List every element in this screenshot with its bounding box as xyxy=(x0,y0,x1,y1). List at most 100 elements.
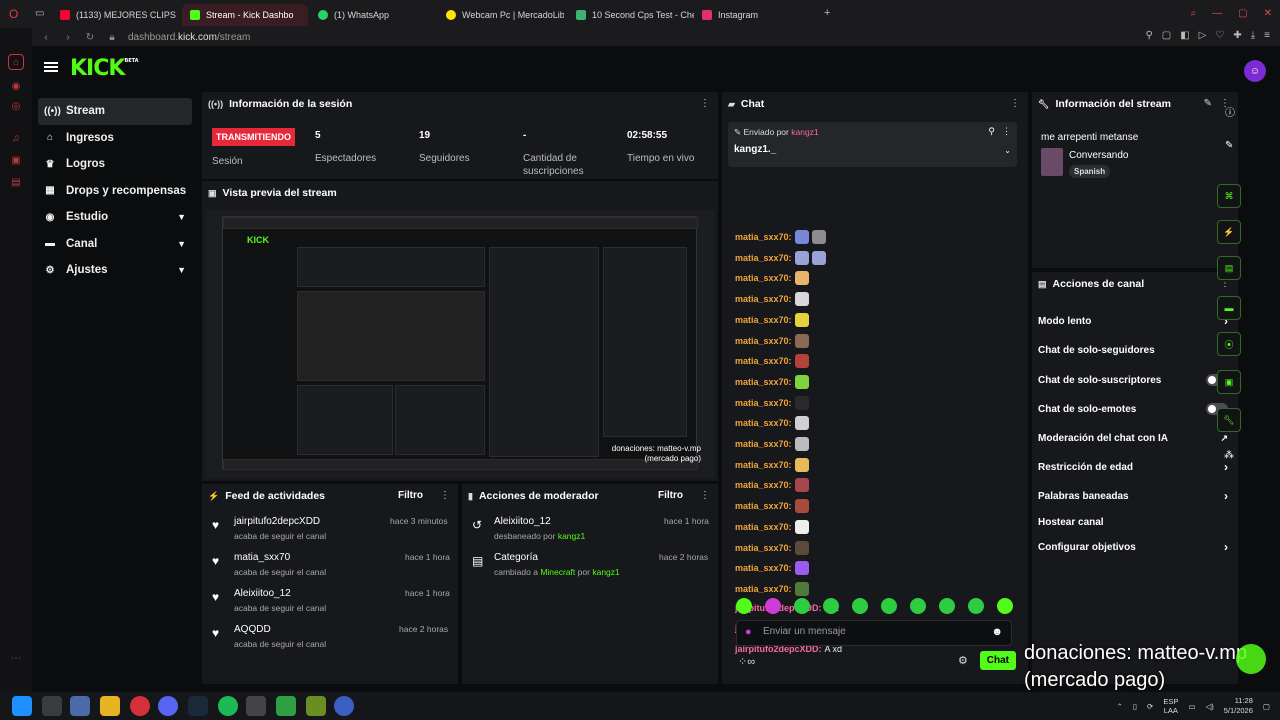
apps-icon[interactable]: ⁂ xyxy=(1224,450,1234,461)
emoji-icon[interactable]: ☻ xyxy=(991,626,1003,638)
emote-button[interactable] xyxy=(736,598,752,614)
channel-action-item[interactable]: Hostear canal xyxy=(1038,517,1228,528)
filter-button[interactable]: Filtro xyxy=(398,490,423,501)
chat-username[interactable]: matia_sxx70: xyxy=(735,273,792,283)
notifications-icon[interactable]: ▢ xyxy=(1263,702,1270,711)
windows-start-icon[interactable] xyxy=(12,696,32,716)
chat-input[interactable] xyxy=(763,626,983,637)
battery-icon[interactable]: ▯ xyxy=(1133,702,1137,711)
sync-icon[interactable]: ⟳ xyxy=(1147,702,1153,711)
minimize-icon[interactable]: — xyxy=(1212,8,1222,19)
chat-icon[interactable]: ▬ xyxy=(1217,296,1241,320)
maximize-icon[interactable]: ▢ xyxy=(1238,8,1247,19)
sidebar-item-ajustes[interactable]: ⚙ Ajustes ▼ xyxy=(38,257,192,284)
chat-username[interactable]: matia_sxx70: xyxy=(735,460,792,470)
camera-icon[interactable]: ◧ xyxy=(1180,30,1189,41)
tab-mercadolibre[interactable]: Webcam Pc | MercadoLib xyxy=(438,4,564,26)
emote-button[interactable] xyxy=(968,598,984,614)
play-icon[interactable]: ▷ xyxy=(1199,30,1207,41)
channel-action-item[interactable]: Chat de solo-suscriptores xyxy=(1038,374,1228,386)
feed-icon[interactable]: ▣ xyxy=(8,152,24,168)
back-icon[interactable]: ‹ xyxy=(38,32,54,43)
more-options-icon[interactable]: ⋮ xyxy=(700,98,710,109)
language-indicator[interactable]: ESP LAA xyxy=(1163,697,1178,715)
clock[interactable]: 11:28 5/1/2026 xyxy=(1224,696,1253,716)
tab-whatsapp[interactable]: (1) WhatsApp xyxy=(310,4,436,26)
unpin-icon[interactable]: ⚲ xyxy=(988,126,995,137)
emote-button[interactable] xyxy=(765,598,781,614)
edit-icon[interactable]: ✎ xyxy=(1204,98,1212,109)
mic-icon[interactable]: ● xyxy=(745,626,752,638)
instagram-icon[interactable]: ◎ xyxy=(8,98,24,114)
xbox-icon[interactable] xyxy=(276,696,296,716)
emote-button[interactable] xyxy=(997,598,1013,614)
sidebar-item-canal[interactable]: ▬ Canal ▼ xyxy=(38,231,192,258)
channel-action-item[interactable]: Moderación del chat con IA ↗ xyxy=(1038,433,1228,444)
whatsapp-icon[interactable]: ◉ xyxy=(8,78,24,94)
heart-icon[interactable]: ♡ xyxy=(1215,30,1224,41)
emote-button[interactable] xyxy=(852,598,868,614)
chat-username[interactable]: matia_sxx70: xyxy=(735,522,792,532)
opera-logo-icon[interactable]: O xyxy=(9,7,18,21)
forward-icon[interactable]: › xyxy=(60,32,76,43)
menu-icon[interactable]: ≡ xyxy=(1264,30,1270,41)
chat-username[interactable]: matia_sxx70: xyxy=(735,253,792,263)
app-icon[interactable] xyxy=(246,696,266,716)
chat-username[interactable]: matia_sxx70: xyxy=(735,315,792,325)
chat-input-box[interactable]: ● ☻ xyxy=(736,620,1012,646)
info-icon[interactable]: ⓘ xyxy=(1225,104,1235,119)
chat-username[interactable]: matia_sxx70: xyxy=(735,232,792,242)
tab-cps-test[interactable]: 10 Second Cps Test - Che xyxy=(568,4,694,26)
more-options-icon[interactable]: ⋮ xyxy=(1010,98,1020,109)
reload-icon[interactable]: ↻ xyxy=(82,32,98,43)
network-icon[interactable]: ▭ xyxy=(1188,702,1195,711)
search-icon[interactable]: ⌕ xyxy=(1191,8,1197,19)
emote-button[interactable] xyxy=(823,598,839,614)
sidebar-item-estudio[interactable]: ◉ Estudio ▼ xyxy=(38,204,192,231)
sidebar-item-logros[interactable]: ♛ Logros xyxy=(38,151,192,178)
chat-send-button[interactable]: Chat xyxy=(979,651,1016,670)
channel-action-item[interactable]: Restricción de edad › xyxy=(1038,460,1228,474)
chat-username[interactable]: matia_sxx70: xyxy=(735,439,792,449)
sidebar-item-drops[interactable]: ▦ Drops y recompensas xyxy=(38,178,192,205)
snapshot-icon[interactable]: ▢ xyxy=(1162,30,1171,41)
wrench-icon[interactable]: 🔧︎ xyxy=(1217,408,1241,432)
more-options-icon[interactable]: ⋮ xyxy=(700,490,710,501)
tab-overview-icon[interactable]: ▭ xyxy=(35,8,44,19)
chat-username[interactable]: matia_sxx70: xyxy=(735,543,792,553)
obs-icon[interactable] xyxy=(334,696,354,716)
channel-action-item[interactable]: Configurar objetivos › xyxy=(1038,540,1228,554)
download-icon[interactable]: ⤓ xyxy=(1251,30,1255,41)
points-icon[interactable]: ⁘∞ xyxy=(738,655,755,668)
category-link[interactable]: Minecraft xyxy=(540,567,575,577)
more-options-icon[interactable]: ⋮ xyxy=(1002,126,1011,137)
opera-icon[interactable] xyxy=(130,696,150,716)
channel-action-item[interactable]: Chat de solo-emotes xyxy=(1038,403,1228,415)
filter-button[interactable]: Filtro xyxy=(658,490,683,501)
kick-logo[interactable]: KICKBETA xyxy=(70,56,139,81)
emote-button[interactable] xyxy=(939,598,955,614)
chat-username[interactable]: matia_sxx70: xyxy=(735,584,792,594)
store-icon[interactable] xyxy=(70,696,90,716)
gear-icon[interactable]: ⚙ xyxy=(958,654,968,667)
channel-action-item[interactable]: Modo lento › xyxy=(1038,314,1228,328)
downloads-icon[interactable]: ▤ xyxy=(8,174,24,190)
file-explorer-icon[interactable] xyxy=(100,696,120,716)
music-icon[interactable]: ♫ xyxy=(8,130,24,146)
chat-username[interactable]: matia_sxx70: xyxy=(735,501,792,511)
spotify-icon[interactable] xyxy=(218,696,238,716)
channel-action-item[interactable]: Palabras baneadas › xyxy=(1038,489,1228,503)
volume-icon[interactable]: ◁) xyxy=(1205,702,1213,711)
chat-username[interactable]: matia_sxx70: xyxy=(735,294,792,304)
steam-icon[interactable] xyxy=(188,696,208,716)
home-icon[interactable]: ⌂ xyxy=(8,54,24,70)
pin-icon[interactable]: ⚲ xyxy=(1145,30,1152,41)
menu-icon[interactable] xyxy=(44,62,58,72)
chat-username[interactable]: matia_sxx70: xyxy=(735,418,792,428)
user-link[interactable]: kangz1 xyxy=(592,567,619,577)
tab-youtube[interactable]: (1133) MEJORES CLIPS de xyxy=(52,4,178,26)
url-field[interactable]: dashboard.kick.com/stream xyxy=(128,32,250,43)
chevron-down-icon[interactable]: ⌄ xyxy=(1004,146,1011,155)
user-link[interactable]: kangz1 xyxy=(558,531,585,541)
stream-preview-video[interactable]: KICK donaciones: matteo-v.mp (mercado pa… xyxy=(206,210,715,478)
